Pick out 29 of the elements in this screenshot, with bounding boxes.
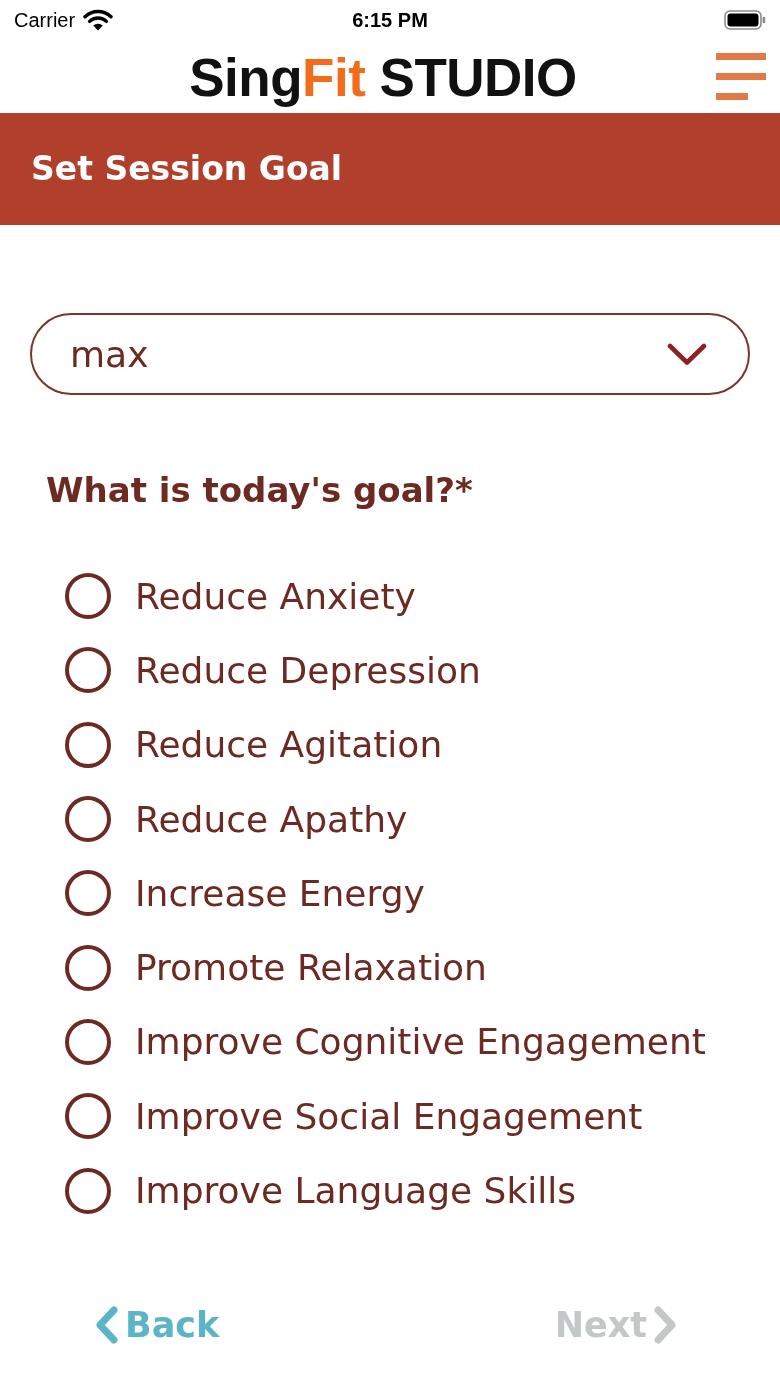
chevron-left-icon <box>95 1305 119 1344</box>
radio-button[interactable] <box>65 944 111 991</box>
goal-option[interactable]: Increase Energy <box>0 856 780 931</box>
radio-button[interactable] <box>65 1018 111 1065</box>
radio-button[interactable] <box>65 1167 111 1214</box>
participant-dropdown[interactable]: max <box>30 313 750 395</box>
wifi-icon <box>83 9 114 31</box>
carrier-name: Carrier <box>14 8 76 32</box>
radio-button[interactable] <box>65 1093 111 1140</box>
radio-button[interactable] <box>65 870 111 917</box>
page-title: Set Session Goal <box>31 149 343 189</box>
radio-button[interactable] <box>65 573 111 620</box>
radio-button[interactable] <box>65 796 111 843</box>
clock-time: 6:15 PM <box>352 8 428 32</box>
goal-option[interactable]: Reduce Agitation <box>0 707 780 782</box>
goal-option[interactable]: Promote Relaxation <box>0 930 780 1005</box>
goal-option[interactable]: Improve Language Skills <box>0 1153 780 1228</box>
question-label: What is today's goal?* <box>46 469 474 512</box>
chevron-right-icon <box>653 1305 677 1344</box>
goal-option[interactable]: Reduce Anxiety <box>0 559 780 634</box>
goal-option[interactable]: Reduce Depression <box>0 633 780 708</box>
goal-option[interactable]: Improve Cognitive Engagement <box>0 1004 780 1080</box>
goal-option[interactable]: Improve Social Engagement <box>0 1079 780 1154</box>
radio-button[interactable] <box>65 721 111 768</box>
radio-button[interactable] <box>65 647 111 694</box>
battery-icon <box>724 10 766 30</box>
goal-option[interactable]: Reduce Apathy <box>0 781 780 857</box>
menu-icon[interactable] <box>716 53 766 100</box>
chevron-down-icon <box>667 342 707 366</box>
